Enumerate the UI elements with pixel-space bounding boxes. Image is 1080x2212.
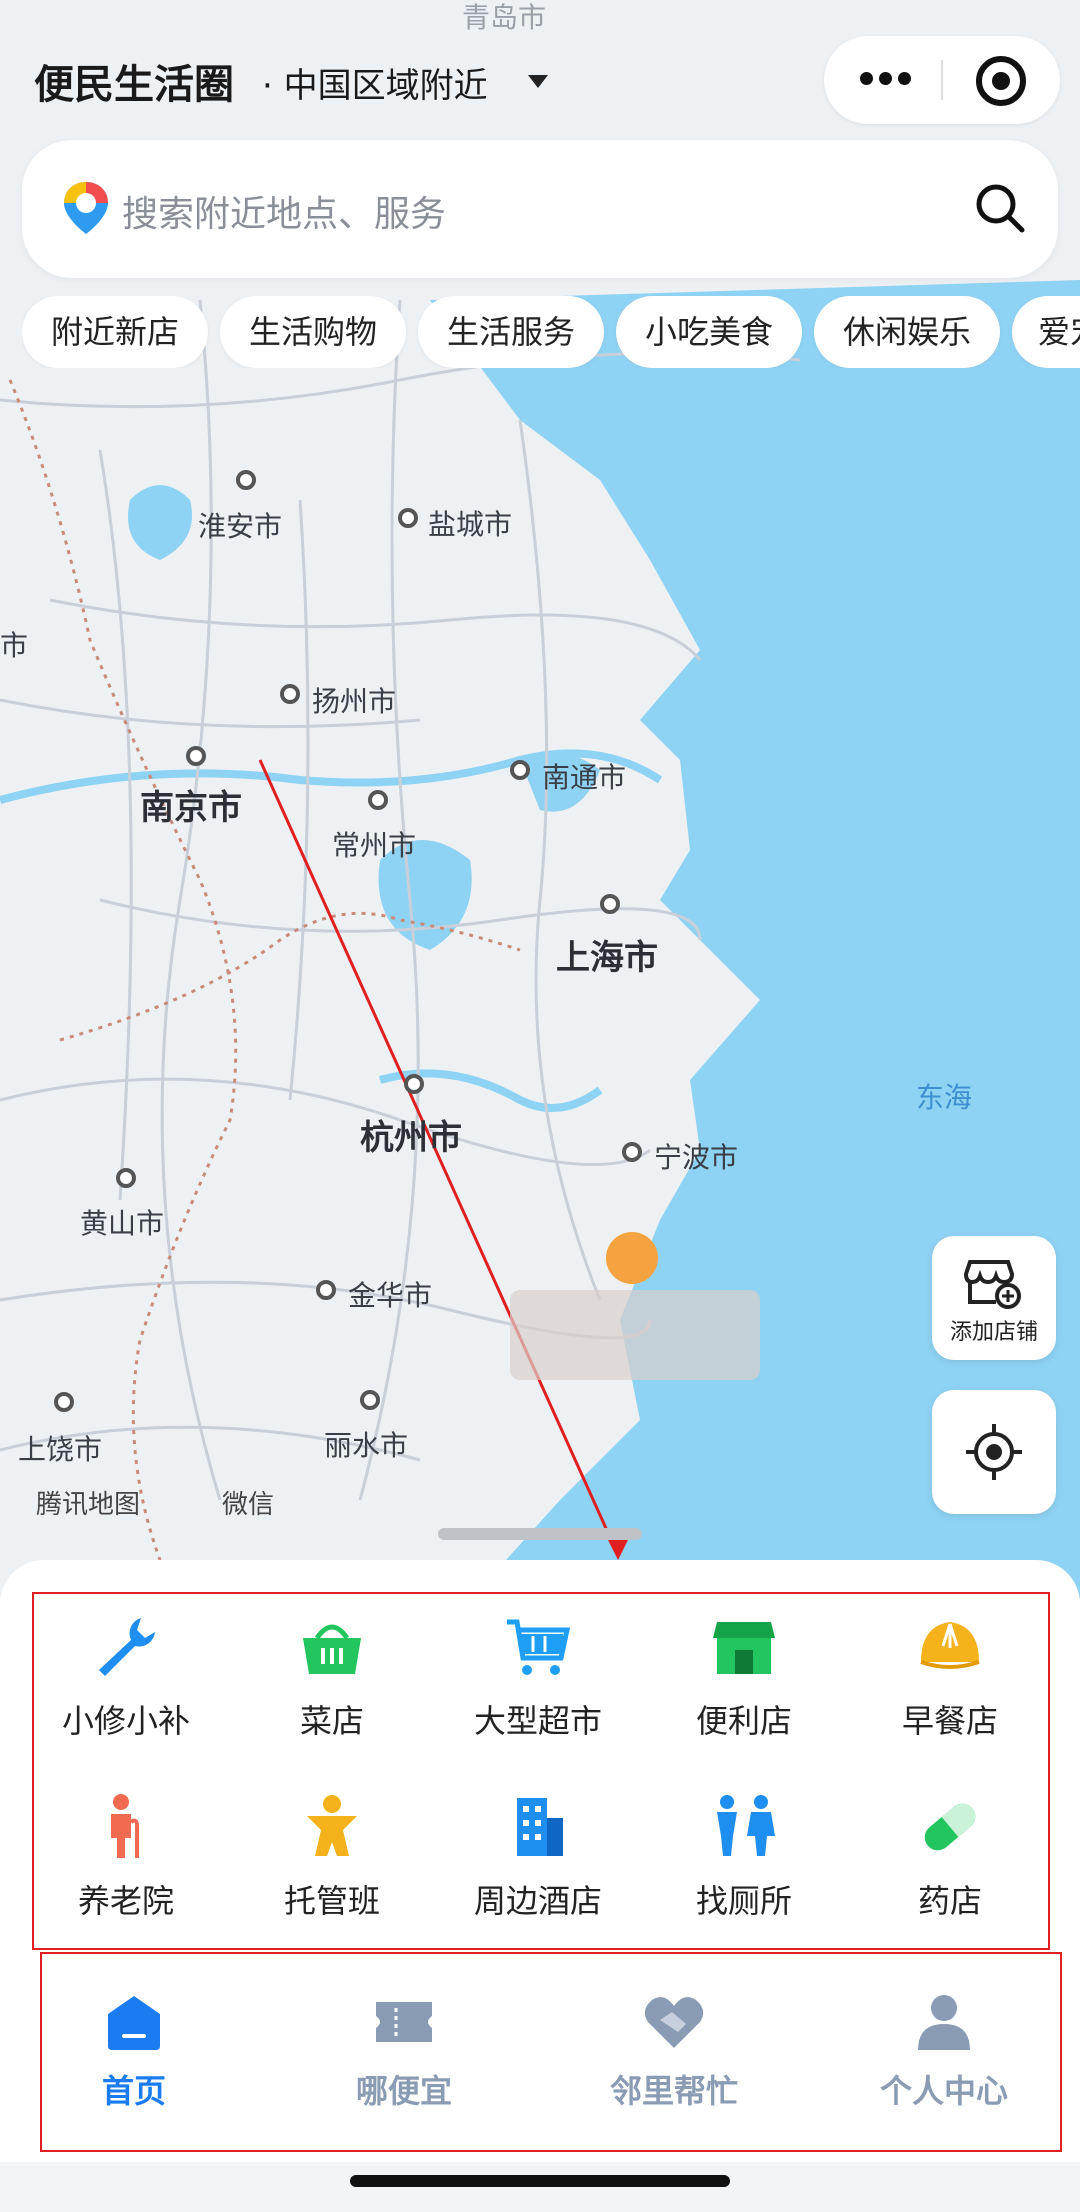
service-label: 托管班 [283, 1882, 380, 1920]
tencent-map-logo: 腾讯地图 [36, 1490, 141, 1520]
city-label: 南通市 [542, 761, 627, 794]
service-hotel[interactable]: 周边酒店 [448, 1792, 628, 1942]
more-icon[interactable] [860, 72, 911, 85]
locate-icon [966, 1424, 1022, 1480]
city-label: 黄山市 [80, 1207, 165, 1240]
city-label: 上饶市 [18, 1433, 103, 1466]
city-label: 南京市 [140, 788, 242, 828]
tab-label: 邻里帮忙 [609, 2072, 738, 2110]
close-target-icon[interactable] [976, 56, 1026, 106]
search-icon[interactable] [974, 182, 1026, 234]
chip-leisure[interactable]: 休闲娱乐 [814, 296, 1000, 368]
tab-profile[interactable]: 个人中心 [844, 1992, 1044, 2112]
service-label: 周边酒店 [473, 1882, 602, 1920]
map-pin-icon [64, 182, 108, 234]
city-label: 丽水市 [324, 1429, 409, 1462]
bun-icon [920, 1622, 980, 1669]
tab-label: 个人中心 [879, 2072, 1008, 2110]
city-dot [360, 1390, 380, 1410]
service-label: 早餐店 [901, 1702, 998, 1740]
service-label: 小修小补 [61, 1702, 190, 1740]
wrench-icon [99, 1618, 155, 1676]
city-dot [280, 684, 300, 704]
city-label: 金华市 [348, 1279, 433, 1312]
chip-pets[interactable]: 爱宠 [1012, 296, 1080, 368]
chevron-down-icon[interactable] [528, 75, 548, 88]
pill-icon [924, 1803, 976, 1851]
city-dot [510, 760, 530, 780]
city-dot [600, 894, 620, 914]
city-dot [116, 1168, 136, 1188]
chip-services[interactable]: 生活服务 [418, 296, 604, 368]
service-nursing-home[interactable]: 养老院 [36, 1792, 216, 1942]
city-label: 杭州市 [360, 1118, 462, 1158]
tab-neighbors[interactable]: 邻里帮忙 [574, 1992, 774, 2112]
city-label: 宁波市 [654, 1141, 739, 1174]
restroom-icon [717, 1795, 775, 1856]
capsule-divider [941, 60, 943, 100]
city-label: 市 [0, 629, 29, 662]
elder-icon [111, 1794, 139, 1858]
basket-icon [303, 1624, 361, 1674]
person-icon [918, 1995, 970, 2050]
tab-home[interactable]: 首页 [34, 1992, 234, 2112]
region-selector[interactable]: · 中国区域附近 [262, 58, 488, 107]
tab-deals[interactable]: 哪便宜 [304, 1992, 504, 2112]
tab-label: 哪便宜 [355, 2072, 452, 2110]
home-indicator [350, 2175, 730, 2187]
city-dot [404, 1074, 424, 1094]
locate-me-button[interactable] [932, 1390, 1056, 1514]
city-label: 上海市 [556, 938, 658, 978]
service-pharmacy[interactable]: 药店 [860, 1792, 1040, 1942]
search-bar[interactable]: 搜索附近地点、服务 [22, 140, 1058, 278]
city-dot [316, 1280, 336, 1300]
wechat-logo: 微信 [222, 1490, 275, 1520]
add-shop-label: 添加店铺 [949, 1320, 1038, 1345]
chip-shopping[interactable]: 生活购物 [220, 296, 406, 368]
category-chips: 附近新店 生活购物 生活服务 小吃美食 休闲娱乐 爱宠 [22, 296, 1080, 368]
sea-label: 东海 [916, 1081, 973, 1114]
tab-label: 首页 [101, 2072, 166, 2110]
add-shop-icon [963, 1260, 1021, 1309]
service-daycare[interactable]: 托管班 [242, 1792, 422, 1942]
ticket-icon [376, 2002, 432, 2042]
city-dot [622, 1142, 642, 1162]
city-dot [54, 1392, 74, 1412]
service-label: 便利店 [695, 1702, 792, 1740]
service-label: 菜店 [299, 1702, 364, 1740]
service-repair[interactable]: 小修小补 [36, 1612, 216, 1762]
search-input[interactable]: 搜索附近地点、服务 [122, 185, 446, 237]
city-dot [398, 508, 418, 528]
city-dot [236, 470, 256, 490]
service-convenience[interactable]: 便利店 [654, 1612, 834, 1762]
city-dot [368, 790, 388, 810]
home-icon [108, 1996, 160, 2050]
service-restroom[interactable]: 找厕所 [654, 1792, 834, 1942]
add-shop-button[interactable]: 添加店铺 [932, 1236, 1056, 1360]
top-bar: 便民生活圈 · 中国区域附近 [0, 30, 1080, 130]
child-icon [307, 1795, 357, 1856]
service-grocery[interactable]: 菜店 [242, 1612, 422, 1762]
building-icon [517, 1798, 563, 1856]
sheet-drag-handle[interactable] [438, 1528, 642, 1540]
service-supermarket[interactable]: 大型超市 [448, 1612, 628, 1762]
service-label: 找厕所 [695, 1882, 792, 1920]
cart-icon [507, 1619, 571, 1675]
service-label: 药店 [917, 1882, 982, 1920]
mini-program-capsule [824, 36, 1060, 124]
city-label: 盐城市 [428, 508, 513, 541]
city-label: 扬州市 [312, 685, 397, 718]
store-icon [713, 1622, 775, 1674]
handshake-icon [644, 1997, 704, 2048]
service-label: 大型超市 [473, 1702, 602, 1740]
city-label: 淮安市 [198, 510, 283, 543]
page-title: 便民生活圈 [34, 62, 234, 108]
service-label: 养老院 [77, 1882, 174, 1920]
chip-new-shops[interactable]: 附近新店 [22, 296, 208, 368]
chip-food[interactable]: 小吃美食 [616, 296, 802, 368]
city-dot [186, 746, 206, 766]
city-label: 常州市 [332, 829, 417, 862]
service-breakfast[interactable]: 早餐店 [860, 1612, 1040, 1762]
